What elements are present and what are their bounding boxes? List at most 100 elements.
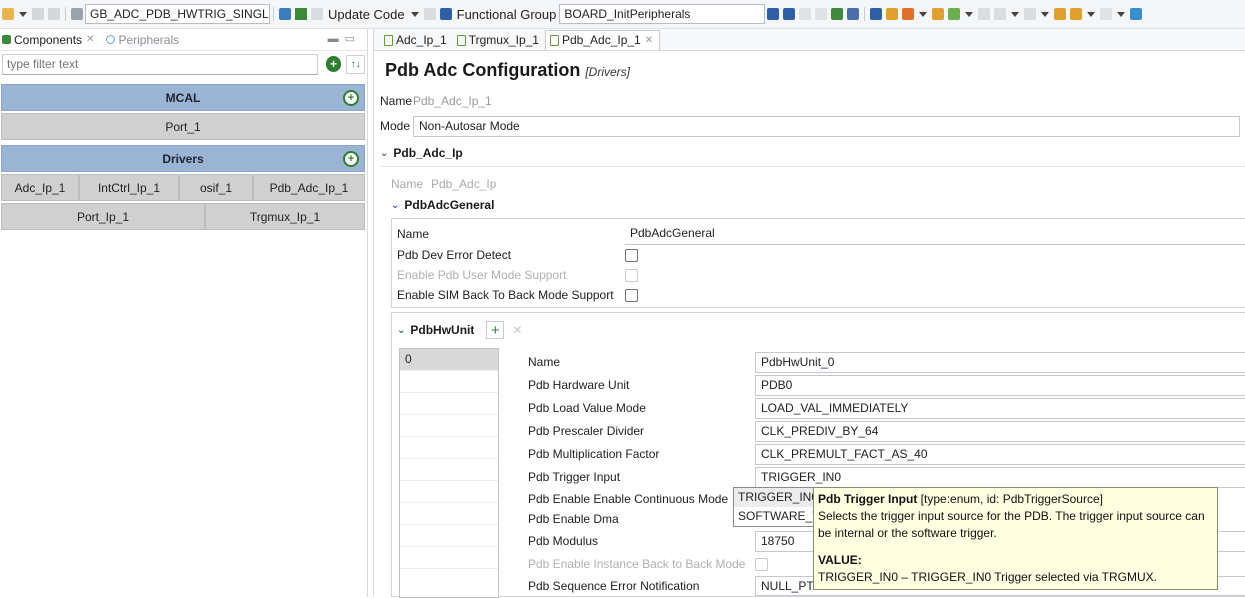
main-toolbar: GB_ADC_PDB_HWTRIG_SINGLE_CH/ Update Code… bbox=[0, 0, 1245, 29]
sort-icon[interactable] bbox=[847, 8, 860, 20]
compare-icon[interactable] bbox=[994, 8, 1007, 20]
forward-icon[interactable] bbox=[1070, 8, 1083, 20]
chevron-down-icon[interactable] bbox=[1117, 11, 1126, 17]
list-item-empty bbox=[400, 503, 498, 525]
warning-icon[interactable] bbox=[295, 8, 307, 20]
multiplication-factor-field[interactable]: CLK_PREMULT_FACT_AS_40 bbox=[755, 444, 1245, 465]
chip-icon[interactable] bbox=[870, 8, 883, 20]
dev-error-detect-checkbox[interactable] bbox=[625, 248, 638, 262]
components-icon bbox=[2, 35, 11, 44]
add-icon[interactable]: + bbox=[343, 151, 359, 167]
section-pdb-adc-general[interactable]: ⌄ PdbAdcGeneral bbox=[391, 198, 494, 212]
pdb-name-label: Name bbox=[391, 177, 424, 191]
edit-icon[interactable] bbox=[978, 8, 991, 20]
update-code-icon[interactable] bbox=[311, 8, 323, 20]
section-pdb-adc-ip[interactable]: ⌄ Pdb_Adc_Ip bbox=[380, 146, 463, 160]
instance-back-to-back-label: Pdb Enable Instance Back to Back Mode bbox=[528, 557, 746, 571]
back-icon[interactable] bbox=[1054, 8, 1067, 20]
chevron-down-icon[interactable] bbox=[410, 11, 419, 17]
functional-group-combo[interactable]: BOARD_InitPeripherals bbox=[559, 4, 766, 24]
peripherals-icon bbox=[106, 35, 116, 44]
mode-field[interactable]: Non-Autosar Mode bbox=[413, 115, 1240, 137]
chevron-down-icon[interactable] bbox=[1011, 11, 1020, 17]
group-title: Drivers bbox=[162, 151, 204, 166]
component-pdb-adc-ip-1[interactable]: Pdb_Adc_Ip_1 bbox=[253, 174, 365, 201]
update-code-button[interactable]: Update Code bbox=[325, 7, 408, 22]
tab-peripherals[interactable]: Peripherals bbox=[106, 33, 185, 47]
editor-tabs: Adc_Ip_1 Trgmux_Ip_1 Pdb_Adc_Ip_1 ✕ bbox=[374, 29, 1245, 51]
close-icon[interactable]: ✕ bbox=[645, 35, 653, 46]
component-intctrl-ip-1[interactable]: IntCtrl_Ip_1 bbox=[79, 174, 179, 201]
section-title: PdbHwUnit bbox=[410, 323, 475, 337]
close-icon[interactable]: ✕ bbox=[86, 34, 94, 45]
save-all-icon[interactable] bbox=[48, 8, 60, 20]
general-name-field[interactable]: PdbAdcGeneral bbox=[625, 223, 1245, 245]
mode-row: Mode Non-Autosar Mode bbox=[380, 115, 1240, 137]
filter-input[interactable] bbox=[2, 53, 318, 75]
prescaler-divider-field[interactable]: CLK_PREDIV_BY_64 bbox=[755, 421, 1245, 442]
section-pdb-hw-unit[interactable]: ⌄ PdbHwUnit + ✕ bbox=[397, 321, 526, 339]
component-port-ip-1[interactable]: Port_Ip_1 bbox=[1, 203, 205, 230]
undo-icon[interactable] bbox=[799, 8, 812, 20]
list-item-empty bbox=[400, 481, 498, 503]
component-osif-1[interactable]: osif_1 bbox=[179, 174, 253, 201]
list-item[interactable]: 0 bbox=[400, 349, 498, 371]
next-icon[interactable] bbox=[1100, 8, 1113, 20]
tab-adc-ip-1[interactable]: Adc_Ip_1 bbox=[380, 31, 453, 50]
hw-name-field[interactable]: PdbHwUnit_0 bbox=[755, 352, 1245, 373]
chevron-down-icon[interactable] bbox=[19, 11, 27, 17]
new-config-icon[interactable] bbox=[2, 8, 14, 20]
peripherals-view-icon[interactable] bbox=[767, 8, 780, 20]
minimize-icon[interactable]: ▬ bbox=[328, 33, 345, 45]
component-port-1[interactable]: Port_1 bbox=[1, 113, 365, 140]
document-icon[interactable] bbox=[423, 8, 436, 20]
chevron-down-icon[interactable]: ⌄ bbox=[380, 148, 388, 159]
home-icon[interactable] bbox=[279, 8, 291, 20]
chevron-down-icon[interactable] bbox=[965, 11, 974, 17]
chevron-down-icon[interactable]: ⌄ bbox=[397, 325, 405, 336]
tab-label: Adc_Ip_1 bbox=[396, 33, 447, 47]
functional-group-label: Functional Group bbox=[456, 6, 557, 22]
clock-icon[interactable] bbox=[886, 8, 899, 20]
component-adc-ip-1[interactable]: Adc_Ip_1 bbox=[1, 174, 79, 201]
import-icon[interactable] bbox=[831, 8, 844, 20]
group-header-drivers[interactable]: Drivers + bbox=[1, 145, 365, 172]
peripheral-tool-icon[interactable] bbox=[902, 8, 915, 20]
tab-peripherals-label: Peripherals bbox=[118, 32, 180, 47]
list-item-empty bbox=[400, 547, 498, 569]
config-name-combo[interactable]: GB_ADC_PDB_HWTRIG_SINGLE_CH/ bbox=[85, 4, 270, 24]
add-icon[interactable]: + bbox=[343, 90, 359, 106]
dropdown-option[interactable]: SOFTWARE_TR bbox=[734, 507, 814, 526]
general-row: Pdb Dev Error Detect bbox=[397, 244, 638, 266]
chevron-down-icon[interactable]: ⌄ bbox=[391, 200, 399, 211]
bookmark-icon[interactable] bbox=[1024, 8, 1037, 20]
maximize-icon[interactable]: ▭ bbox=[345, 33, 361, 45]
load-value-mode-field[interactable]: LOAD_VAL_IMMEDIATELY bbox=[755, 398, 1245, 419]
component-trgmux-ip-1[interactable]: Trgmux_Ip_1 bbox=[205, 203, 365, 230]
sort-icon[interactable]: ↑↓ bbox=[346, 54, 365, 74]
document-icon bbox=[384, 34, 393, 46]
save-icon[interactable] bbox=[32, 8, 44, 20]
group-header-mcal[interactable]: MCAL + bbox=[1, 84, 365, 111]
pdb-name-value: Pdb_Adc_Ip bbox=[431, 177, 497, 191]
external-link-icon[interactable] bbox=[1130, 8, 1143, 20]
redo-icon[interactable] bbox=[815, 8, 828, 20]
add-component-icon[interactable]: + bbox=[325, 56, 342, 72]
tab-pdb-adc-ip-1[interactable]: Pdb_Adc_Ip_1 ✕ bbox=[544, 30, 661, 50]
general-name-label: Name bbox=[397, 227, 430, 241]
pins-view-icon[interactable] bbox=[783, 8, 796, 20]
sim-back-to-back-checkbox[interactable] bbox=[625, 288, 638, 302]
general-settings-box: Name PdbAdcGeneral Pdb Dev Error Detect … bbox=[391, 218, 1245, 308]
chevron-down-icon[interactable] bbox=[1041, 11, 1050, 17]
trigger-input-label: Pdb Trigger Input bbox=[528, 470, 621, 484]
chevron-down-icon[interactable] bbox=[919, 11, 928, 17]
tab-components[interactable]: Components ✕ bbox=[2, 33, 100, 47]
wand-icon[interactable] bbox=[948, 8, 961, 20]
tool-icon[interactable] bbox=[932, 8, 945, 20]
dropdown-option[interactable]: TRIGGER_IN0 bbox=[734, 488, 814, 507]
chevron-down-icon[interactable] bbox=[1087, 11, 1096, 17]
tab-trgmux-ip-1[interactable]: Trgmux_Ip_1 bbox=[453, 31, 545, 50]
add-icon[interactable]: + bbox=[486, 321, 505, 339]
trigger-input-field[interactable]: TRIGGER_IN0 bbox=[755, 467, 1245, 488]
hw-unit-field[interactable]: PDB0 bbox=[755, 375, 1245, 396]
